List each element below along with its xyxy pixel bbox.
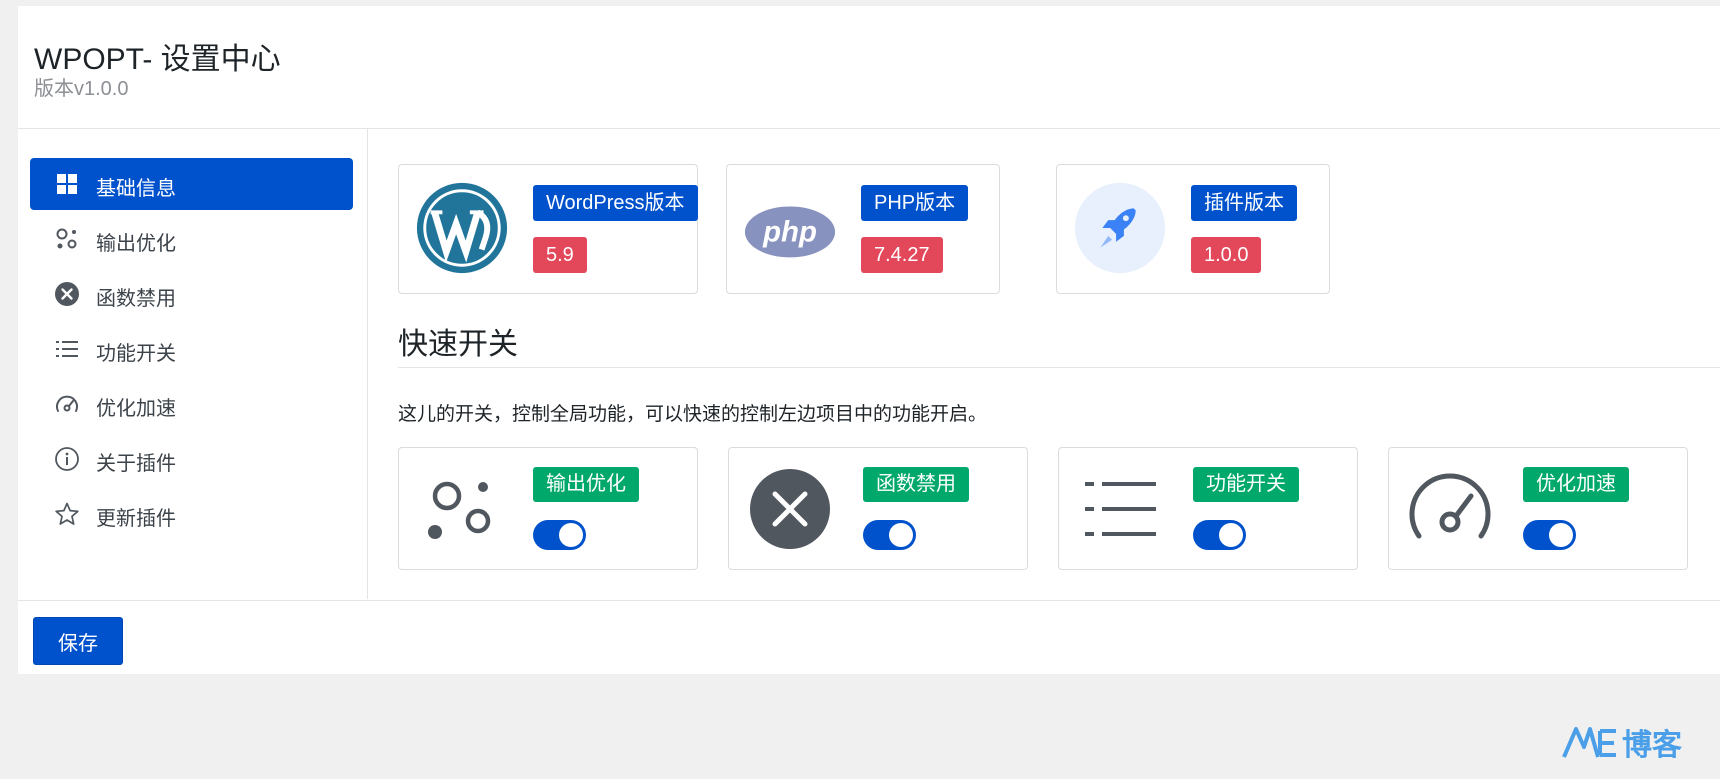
plugin-version-card: 插件版本 1.0.0 xyxy=(1056,164,1330,294)
version-value: 7.4.27 xyxy=(861,237,943,273)
speed-optimize-toggle[interactable] xyxy=(1523,520,1576,550)
main-content: WordPress版本 5.9 php PHP版本 7.4.27 插件版本 1.… xyxy=(368,129,1720,599)
quick-switch-title: 快速开关 xyxy=(398,328,518,361)
bubbles-icon xyxy=(56,228,77,249)
switch-card-speed-optimize: 优化加速 xyxy=(1388,447,1688,570)
sidebar-item-label: 更新插件 xyxy=(96,508,176,530)
list-icon xyxy=(56,341,78,357)
save-button[interactable]: 保存 xyxy=(33,617,123,665)
close-circle-icon xyxy=(55,282,79,306)
watermark-text: 博客 xyxy=(1622,728,1682,763)
sidebar-item-basic-info[interactable]: 基础信息 xyxy=(30,158,353,210)
sidebar-item-update-plugin[interactable]: 更新插件 xyxy=(30,488,353,540)
rocket-icon xyxy=(1074,182,1166,274)
speedometer-icon xyxy=(1409,473,1491,539)
wordpress-version-card: WordPress版本 5.9 xyxy=(398,164,698,294)
page-header: WPOPT- 设置中心 版本v1.0.0 xyxy=(18,6,1720,129)
switch-label: 功能开关 xyxy=(1193,467,1299,502)
switch-label: 输出优化 xyxy=(533,467,639,502)
footer-bar: 保存 xyxy=(18,600,1720,675)
list-icon xyxy=(1085,482,1156,536)
version-label: PHP版本 xyxy=(861,185,969,221)
wordpress-logo xyxy=(416,182,508,274)
sidebar-item-label: 功能开关 xyxy=(96,343,176,365)
version-label: 插件版本 xyxy=(1191,185,1297,221)
sidebar-item-output-optimize[interactable]: 输出优化 xyxy=(30,213,353,265)
sidebar-item-label: 输出优化 xyxy=(96,233,176,255)
sidebar-item-about-plugin[interactable]: 关于插件 xyxy=(30,433,353,485)
watermark-logo: 博客 xyxy=(1562,727,1682,763)
section-divider xyxy=(398,367,1720,368)
php-logo: php xyxy=(744,206,836,258)
speedometer-icon xyxy=(56,395,78,412)
switch-card-function-disable: 函数禁用 xyxy=(728,447,1028,570)
plugin-version-text: 版本v1.0.0 xyxy=(34,78,129,100)
version-value: 1.0.0 xyxy=(1191,237,1262,273)
close-circle-icon xyxy=(750,469,830,549)
php-version-card: php PHP版本 7.4.27 xyxy=(726,164,1000,294)
switch-card-output-optimize: 输出优化 xyxy=(398,447,698,570)
sidebar-item-speed-optimize[interactable]: 优化加速 xyxy=(30,378,353,430)
toggle-knob xyxy=(559,523,583,547)
version-label: WordPress版本 xyxy=(533,185,698,221)
output-optimize-toggle[interactable] xyxy=(533,520,586,550)
version-value: 5.9 xyxy=(533,237,587,273)
switch-label: 函数禁用 xyxy=(863,467,969,502)
sidebar-item-label: 函数禁用 xyxy=(96,288,176,310)
quick-switch-description: 这儿的开关，控制全局功能，可以快速的控制左边项目中的功能开启。 xyxy=(398,404,988,425)
toggle-knob xyxy=(889,523,913,547)
toggle-knob xyxy=(1219,523,1243,547)
info-icon xyxy=(55,447,79,471)
toggle-knob xyxy=(1549,523,1573,547)
sidebar-item-label: 关于插件 xyxy=(96,453,176,475)
feature-switch-toggle[interactable] xyxy=(1193,520,1246,550)
bubbles-icon xyxy=(428,481,491,539)
sidebar: 基础信息 输出优化 函数禁用 功能开关 优化加速 关于插件 更新插件 xyxy=(18,129,368,599)
svg-text:php: php xyxy=(762,216,817,249)
sidebar-item-label: 基础信息 xyxy=(96,178,176,200)
sidebar-item-label: 优化加速 xyxy=(96,398,176,420)
sidebar-item-function-disable[interactable]: 函数禁用 xyxy=(30,268,353,320)
settings-panel: WPOPT- 设置中心 版本v1.0.0 基础信息 输出优化 函数禁用 功能开关… xyxy=(18,6,1720,674)
switch-label: 优化加速 xyxy=(1523,467,1629,502)
star-icon xyxy=(55,502,79,525)
function-disable-toggle[interactable] xyxy=(863,520,916,550)
sidebar-item-feature-switch[interactable]: 功能开关 xyxy=(30,323,353,375)
switch-card-feature-switch: 功能开关 xyxy=(1058,447,1358,570)
grid-icon xyxy=(57,174,77,194)
